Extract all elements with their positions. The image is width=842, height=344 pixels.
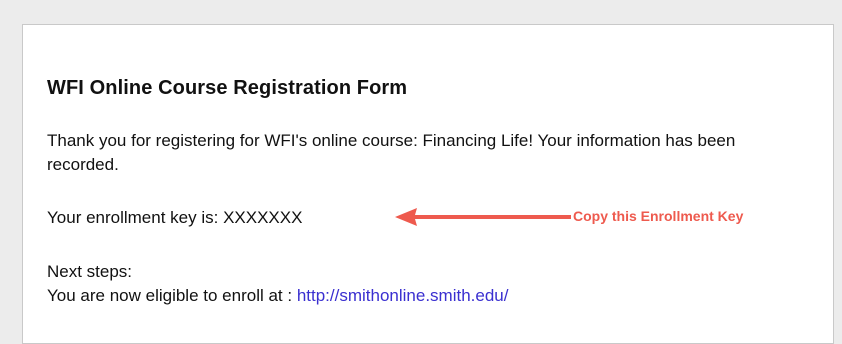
- enroll-line: You are now eligible to enroll at : http…: [47, 284, 508, 308]
- enrollment-key-line: Your enrollment key is: XXXXXXX: [47, 206, 302, 230]
- page-title: WFI Online Course Registration Form: [47, 77, 408, 99]
- enroll-link[interactable]: http://smithonline.smith.edu/: [297, 286, 509, 305]
- next-steps-section: Next steps: You are now eligible to enro…: [47, 260, 508, 308]
- thank-you-message: Thank you for registering for WFI's onli…: [47, 131, 736, 174]
- next-steps-label: Next steps:: [47, 262, 133, 281]
- enrollment-key-value: XXXXXXX: [223, 208, 303, 227]
- enrollment-key-label: Your enrollment key is:: [47, 208, 224, 227]
- registration-panel: WFI Online Course Registration Form Than…: [22, 24, 834, 344]
- left-arrow-icon: [395, 208, 571, 226]
- enroll-text: You are now eligible to enroll at :: [47, 286, 297, 305]
- copy-key-callout: Copy this Enrollment Key: [573, 208, 744, 224]
